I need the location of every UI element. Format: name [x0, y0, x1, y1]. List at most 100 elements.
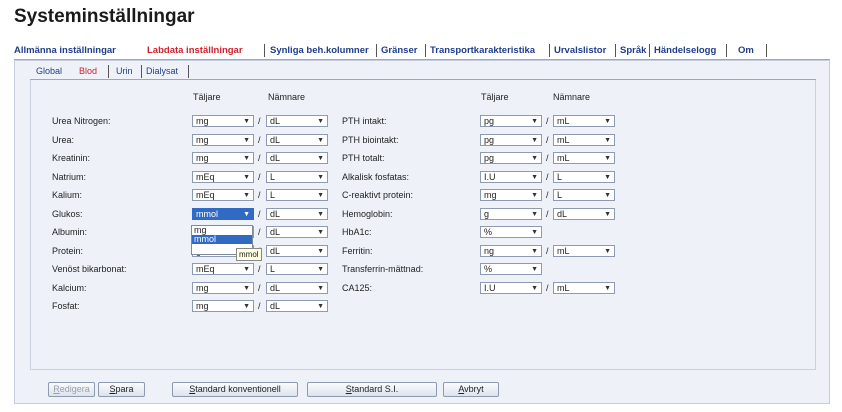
- numerator-select[interactable]: mEq ▼: [192, 263, 254, 275]
- numerator-select-value: mg: [196, 301, 209, 311]
- numerator-select[interactable]: mEq ▼: [192, 189, 254, 201]
- denominator-select[interactable]: dL ▼: [266, 152, 328, 164]
- denominator-select[interactable]: dL ▼: [266, 300, 328, 312]
- unit-separator: /: [258, 116, 261, 126]
- tab-transportkarakteristika[interactable]: Transportkarakteristika: [430, 45, 535, 56]
- tab-separator: [615, 44, 616, 57]
- dropdown-arrow-icon: ▼: [604, 248, 611, 255]
- denominator-select[interactable]: mL ▼: [553, 152, 615, 164]
- denominator-select-value: mL: [557, 153, 570, 163]
- dropdown-arrow-icon: ▼: [531, 285, 538, 292]
- tab-urvalslistor[interactable]: Urvalslistor: [554, 45, 606, 56]
- denominator-select[interactable]: L ▼: [266, 189, 328, 201]
- denominator-select[interactable]: L ▼: [266, 171, 328, 183]
- tab-sprak[interactable]: Språk: [620, 45, 646, 56]
- numerator-select-value: pg: [484, 153, 495, 163]
- denominator-select[interactable]: L ▼: [266, 263, 328, 275]
- denominator-select[interactable]: mL ▼: [553, 134, 615, 146]
- button-label-rest: para: [115, 384, 134, 394]
- tab-om[interactable]: Om: [738, 45, 754, 56]
- dropdown-arrow-icon: ▼: [531, 174, 538, 181]
- header-denominator-right: Nämnare: [553, 92, 591, 102]
- tab-synliga-beh-kolumner[interactable]: Synliga beh.kolumner: [270, 45, 369, 56]
- denominator-select[interactable]: mL ▼: [553, 282, 615, 294]
- numerator-select[interactable]: I.U ▼: [480, 171, 542, 183]
- unit-row-label: Glukos:: [52, 209, 83, 219]
- unit-row-label: HbA1c:: [342, 227, 372, 237]
- cancel-button[interactable]: Avbryt: [443, 382, 499, 397]
- dropdown-arrow-icon: ▼: [317, 266, 324, 273]
- save-button[interactable]: Spara: [98, 382, 145, 397]
- denominator-select[interactable]: mL ▼: [553, 245, 615, 257]
- unit-row-label: Hemoglobin:: [342, 209, 393, 219]
- denominator-select[interactable]: mL ▼: [553, 115, 615, 127]
- numerator-select[interactable]: % ▼: [480, 226, 542, 238]
- denominator-select[interactable]: dL ▼: [266, 282, 328, 294]
- dropdown-arrow-icon: ▼: [531, 248, 538, 255]
- dropdown-arrow-icon: ▼: [317, 229, 324, 236]
- numerator-select[interactable]: mg ▼: [192, 134, 254, 146]
- denominator-select[interactable]: dL ▼: [266, 134, 328, 146]
- denominator-select[interactable]: dL ▼: [266, 208, 328, 220]
- subtab-dialysat[interactable]: Dialysat: [146, 66, 178, 76]
- denominator-select-value: dL: [557, 209, 568, 219]
- denominator-select[interactable]: dL ▼: [266, 115, 328, 127]
- denominator-select-value: dL: [270, 301, 281, 311]
- dropdown-arrow-icon: ▼: [604, 285, 611, 292]
- numerator-select[interactable]: pg ▼: [480, 115, 542, 127]
- numerator-select[interactable]: I.U ▼: [480, 282, 542, 294]
- numerator-select[interactable]: mg ▼: [192, 300, 254, 312]
- denominator-select[interactable]: L ▼: [553, 171, 615, 183]
- tab-separator: [649, 44, 650, 57]
- unit-separator: /: [258, 264, 261, 274]
- dropdown-arrow-icon: ▼: [317, 303, 324, 310]
- numerator-select[interactable]: mg ▼: [192, 282, 254, 294]
- denominator-select[interactable]: dL ▼: [266, 226, 328, 238]
- numerator-select-value: mEq: [196, 172, 215, 182]
- numerator-select[interactable]: mmol ▼: [192, 208, 254, 220]
- subtab-global[interactable]: Global: [36, 66, 62, 76]
- unit-row-label: C-reaktivt protein:: [342, 190, 414, 200]
- numerator-select[interactable]: mg ▼: [192, 115, 254, 127]
- dropdown-arrow-icon: ▼: [317, 118, 324, 125]
- denominator-select[interactable]: L ▼: [553, 189, 615, 201]
- button-label-rest: edigera: [59, 384, 90, 394]
- dropdown-arrow-icon: ▼: [317, 211, 324, 218]
- denominator-select-value: L: [557, 172, 563, 182]
- dropdown-arrow-icon: ▼: [604, 174, 611, 181]
- standard-conventional-button[interactable]: Standard konventionell: [172, 382, 298, 397]
- tab-separator: [726, 44, 727, 57]
- unit-separator: /: [546, 190, 549, 200]
- tab-separator: [376, 44, 377, 57]
- dropdown-arrow-icon: ▼: [243, 137, 250, 144]
- unit-separator: /: [546, 153, 549, 163]
- numerator-select[interactable]: mg ▼: [480, 189, 542, 201]
- dropdown-option-highlighted[interactable]: mmol: [192, 235, 252, 244]
- unit-separator: /: [258, 153, 261, 163]
- tab-separator: [425, 44, 426, 57]
- dropdown-arrow-icon: ▼: [604, 211, 611, 218]
- unit-separator: /: [546, 135, 549, 145]
- dropdown-arrow-icon: ▼: [531, 192, 538, 199]
- unit-row-label: Kalcium:: [52, 283, 87, 293]
- numerator-select[interactable]: mg ▼: [192, 152, 254, 164]
- numerator-select[interactable]: % ▼: [480, 263, 542, 275]
- subtab-urin[interactable]: Urin: [116, 66, 133, 76]
- numerator-select[interactable]: pg ▼: [480, 134, 542, 146]
- numerator-select[interactable]: mEq ▼: [192, 171, 254, 183]
- numerator-select[interactable]: ng ▼: [480, 245, 542, 257]
- tab-allmanna-installningar[interactable]: Allmänna inställningar: [14, 45, 116, 56]
- standard-si-button[interactable]: Standard S.I.: [307, 382, 437, 397]
- subtab-blod[interactable]: Blod: [79, 66, 97, 76]
- dropdown-arrow-icon: ▼: [243, 303, 250, 310]
- denominator-select[interactable]: dL ▼: [553, 208, 615, 220]
- numerator-select[interactable]: g▼: [480, 208, 542, 220]
- tab-labdata-installningar[interactable]: Labdata inställningar: [147, 45, 243, 56]
- denominator-select-value: dL: [270, 116, 281, 126]
- button-label-rest: tandard S.I.: [351, 384, 399, 394]
- denominator-select[interactable]: dL ▼: [266, 245, 328, 257]
- tab-granser[interactable]: Gränser: [381, 45, 417, 56]
- edit-button[interactable]: Redigera: [48, 382, 95, 397]
- numerator-select[interactable]: pg ▼: [480, 152, 542, 164]
- tab-handelselogg[interactable]: Händelselogg: [654, 45, 716, 56]
